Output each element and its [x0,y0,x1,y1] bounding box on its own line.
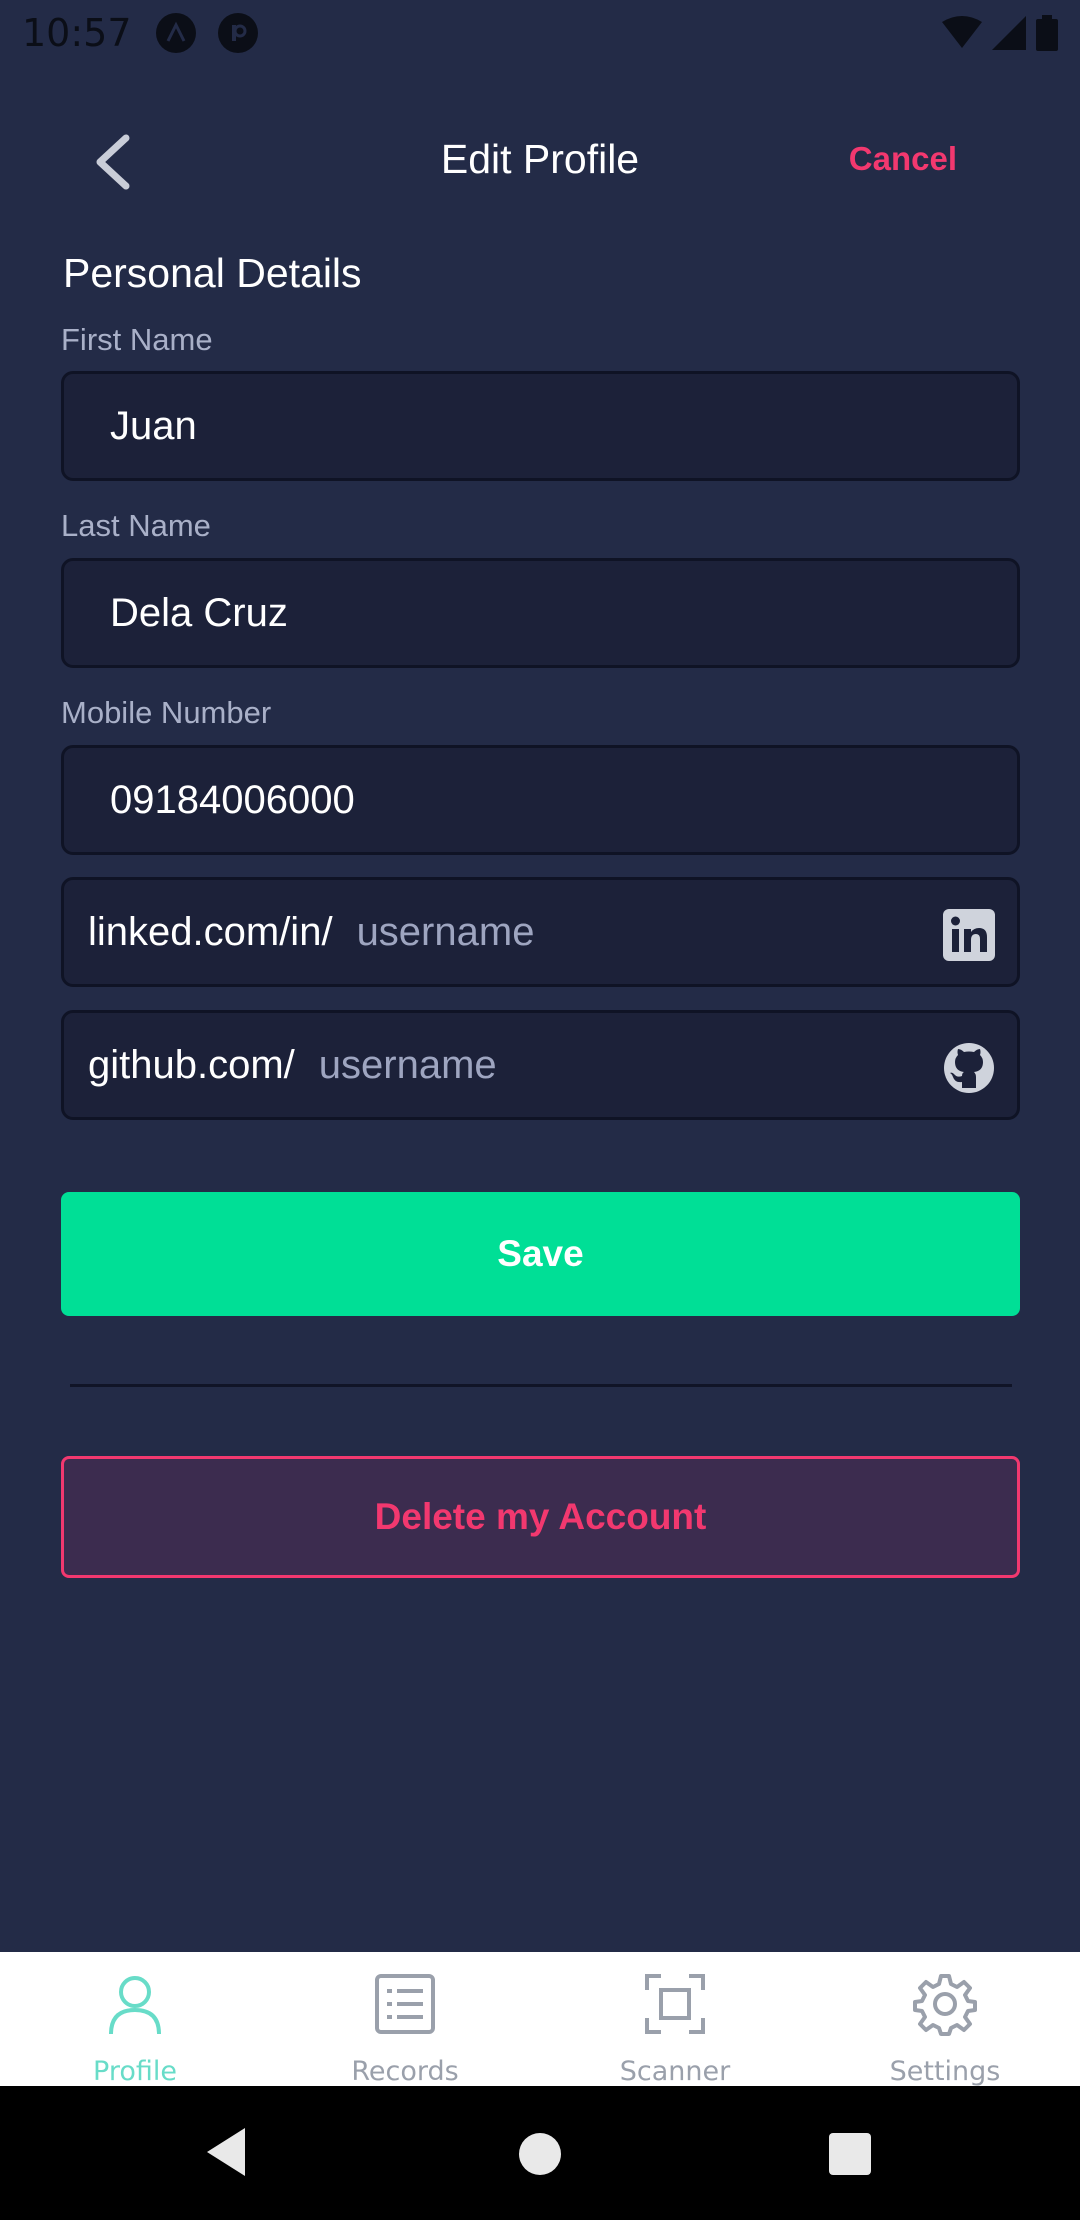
tab-records[interactable]: Records [270,1952,540,2087]
nav-recent-icon[interactable] [829,2133,871,2175]
divider [70,1384,1012,1387]
scan-icon [645,1974,705,2034]
list-icon [375,1974,435,2034]
tab-settings[interactable]: Settings [810,1952,1080,2087]
github-field[interactable]: github.com/ username [61,1010,1020,1120]
system-nav-bar [0,2086,1080,2220]
section-title: Personal Details [63,250,362,296]
mobile-number-label: Mobile Number [61,695,272,730]
save-button[interactable]: Save [61,1192,1020,1316]
battery-icon [1036,15,1058,51]
bottom-tab-bar: Profile Records Scanner Settings [0,1952,1080,2087]
status-icons [942,15,1058,51]
linkedin-placeholder: username [356,909,535,954]
tab-profile-label: Profile [93,2056,177,2087]
tab-scanner-label: Scanner [619,2056,731,2087]
app-p-icon [217,13,258,53]
mobile-number-value: 09184006000 [110,777,355,822]
github-icon [944,1043,994,1093]
cancel-button[interactable]: Cancel [849,140,957,178]
last-name-field[interactable]: Dela Cruz [61,558,1020,668]
nav-back-icon[interactable] [205,2126,247,2178]
status-bar: 10:57 [0,0,1080,66]
tab-settings-label: Settings [889,2056,1001,2087]
nav-home-icon[interactable] [519,2133,561,2175]
tab-profile[interactable]: Profile [0,1952,270,2087]
first-name-label: First Name [61,322,213,357]
last-name-value: Dela Cruz [110,590,288,635]
linkedin-prefix: linked.com/in/ [88,909,333,954]
signal-icon [992,16,1026,50]
status-time: 10:57 [22,11,132,55]
mobile-number-field[interactable]: 09184006000 [61,745,1020,855]
gear-icon [913,1974,977,2036]
delete-account-button[interactable]: Delete my Account [61,1456,1020,1578]
app-a-icon [155,13,196,53]
tab-records-label: Records [351,2056,459,2087]
linkedin-icon [943,909,995,961]
github-placeholder: username [318,1042,497,1087]
person-icon [109,1976,161,2035]
last-name-label: Last Name [61,508,211,543]
tab-scanner[interactable]: Scanner [540,1952,810,2087]
github-prefix: github.com/ [88,1042,295,1087]
first-name-value: Juan [110,403,197,448]
first-name-field[interactable]: Juan [61,371,1020,481]
linkedin-field[interactable]: linked.com/in/ username [61,877,1020,987]
wifi-icon [942,16,982,48]
header: Edit Profile Cancel [0,110,1080,214]
